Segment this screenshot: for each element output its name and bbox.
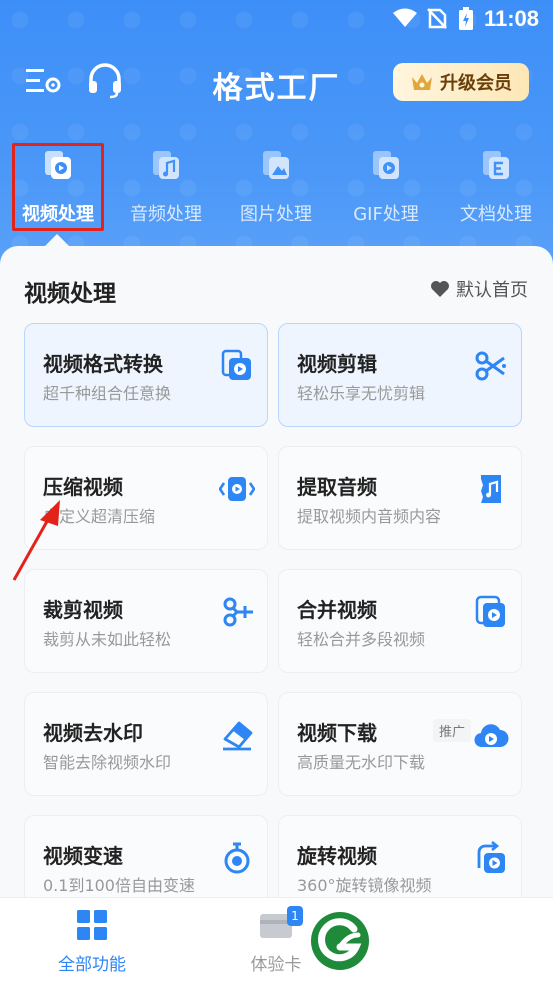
annotation-arrow	[12, 500, 60, 581]
cloud-play-icon	[474, 724, 509, 748]
active-tab-highlight-box	[12, 143, 104, 231]
tab-image-label: 图片处理	[240, 204, 312, 225]
card-title: 裁剪视频	[43, 598, 123, 622]
card-subtitle: 360°旋转镜像视频	[297, 876, 432, 895]
grid-icon	[77, 910, 107, 940]
wifi-icon	[393, 8, 417, 27]
card-title: 合并视频	[297, 598, 377, 622]
status-bar: 11:08	[0, 0, 553, 38]
card-subtitle: 轻松合并多段视频	[297, 630, 426, 649]
card-video-edit[interactable]: 视频剪辑 轻松乐享无忧剪辑	[278, 323, 522, 427]
tab-audio-label: 音频处理	[130, 204, 202, 225]
nav-all-features[interactable]: 全部功能	[37, 910, 147, 975]
document-file-icon	[483, 151, 509, 179]
default-home-button[interactable]: 默认首页	[430, 276, 528, 302]
trial-card-count-badge: 1	[287, 906, 303, 926]
card-subtitle: 超千种组合任意换	[43, 384, 172, 403]
card-title: 提取音频	[297, 475, 377, 499]
heart-icon	[431, 281, 449, 297]
video-convert-icon	[221, 349, 251, 380]
card-title: 视频格式转换	[43, 352, 163, 376]
card-subtitle: 轻松乐享无忧剪辑	[297, 384, 426, 403]
tab-document-label: 文档处理	[460, 204, 532, 225]
merge-video-icon	[475, 595, 505, 627]
stopwatch-icon	[224, 842, 250, 874]
app-header: 格式工厂 升级会员	[0, 55, 553, 107]
card-title: 压缩视频	[43, 475, 123, 499]
nav-all-features-label: 全部功能	[58, 955, 126, 975]
card-subtitle: 高质量无水印下载	[297, 753, 426, 772]
music-file-icon	[481, 475, 501, 503]
battery-charging-icon	[459, 7, 473, 30]
card-subtitle: 智能去除视频水印	[43, 753, 172, 772]
card-extract-audio[interactable]: 提取音频 提取视频内音频内容	[278, 446, 522, 550]
tab-audio[interactable]: 音频处理	[116, 140, 216, 230]
promo-badge: 推广	[432, 719, 471, 742]
tab-gif-label: GIF处理	[353, 204, 419, 225]
no-sim-icon	[427, 8, 447, 29]
section-title: 视频处理	[24, 281, 116, 307]
card-subtitle: 提取视频内音频内容	[297, 507, 442, 526]
card-video-download[interactable]: 视频下载 高质量无水印下载 推广	[278, 692, 522, 796]
card-title: 旋转视频	[297, 844, 377, 868]
tab-gif[interactable]: GIF处理	[336, 140, 436, 230]
gif-file-icon	[373, 151, 399, 179]
card-subtitle: 裁剪从未如此轻松	[43, 630, 172, 649]
card-title: 视频去水印	[43, 721, 143, 745]
tab-document[interactable]: 文档处理	[446, 140, 546, 230]
upgrade-vip-label: 升级会员	[440, 73, 512, 94]
scissors-icon	[475, 351, 506, 381]
card-title: 视频下载	[297, 721, 377, 745]
content-panel: 视频处理 默认首页 视频格式转换 超千种组合任意换 视频剪辑 轻松乐享无忧剪辑 …	[0, 246, 553, 983]
status-time: 11:08	[483, 6, 539, 31]
audio-file-icon	[153, 151, 179, 179]
upgrade-vip-button[interactable]: 升级会员	[393, 63, 529, 101]
card-remove-watermark[interactable]: 视频去水印 智能去除视频水印	[24, 692, 268, 796]
card-merge-video[interactable]: 合并视频 轻松合并多段视频	[278, 569, 522, 673]
crop-scissors-icon	[223, 597, 253, 627]
app-logo-icon	[311, 912, 369, 970]
rotate-video-icon	[477, 840, 505, 873]
crown-icon	[412, 74, 432, 90]
card-video-format-convert[interactable]: 视频格式转换 超千种组合任意换	[24, 323, 268, 427]
eraser-icon	[223, 721, 253, 751]
card-title: 视频剪辑	[297, 352, 377, 376]
active-tab-pointer	[45, 234, 69, 246]
tab-image[interactable]: 图片处理	[226, 140, 326, 230]
compress-icon	[219, 477, 255, 501]
card-crop-video[interactable]: 裁剪视频 裁剪从未如此轻松	[24, 569, 268, 673]
bottom-navigation: 全部功能 1 体验卡	[0, 897, 553, 983]
card-title: 视频变速	[43, 844, 123, 868]
image-file-icon	[263, 151, 289, 179]
card-subtitle: 0.1到100倍自由变速	[43, 876, 195, 895]
default-home-label: 默认首页	[456, 280, 528, 301]
